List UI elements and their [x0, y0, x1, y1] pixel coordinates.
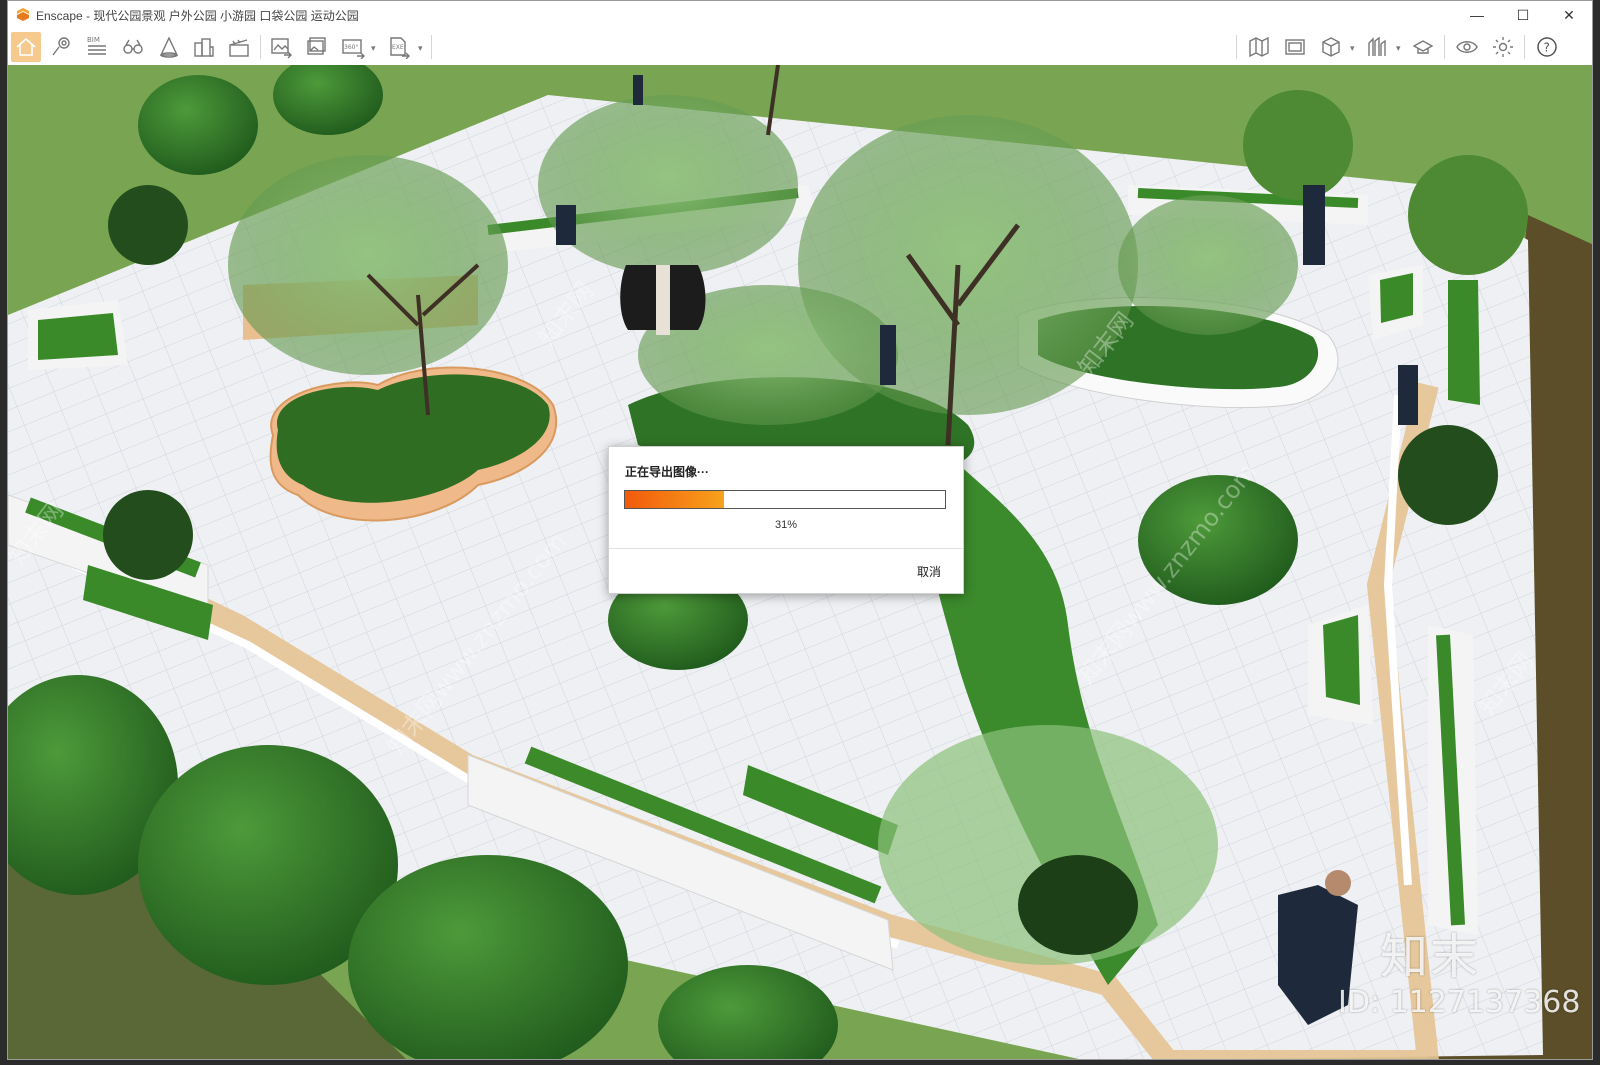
help-icon: ?: [1537, 37, 1557, 57]
help-label: ?: [1544, 41, 1550, 55]
gear-icon: [1493, 37, 1513, 57]
home-button[interactable]: [11, 32, 41, 62]
clapper-icon: [229, 39, 249, 57]
render-viewport[interactable]: 知末网 知末网 知末网www.znzmo.com 知末网www.znzmo.co…: [8, 65, 1592, 1059]
export-360-icon: 360°: [342, 39, 365, 59]
panorama-icon: [1285, 39, 1305, 55]
watermark-id: ID: 1127137368: [1338, 985, 1581, 1020]
watermark-logo: 知末: [1380, 929, 1481, 985]
window-controls: — ☐ ✕: [1454, 1, 1592, 29]
title-bar[interactable]: Enscape - 现代公园景观 户外公园 小游园 口袋公园 运动公园 — ☐ …: [8, 1, 1592, 29]
label-360: 360°: [344, 44, 358, 51]
progress-bar-fill: [625, 491, 725, 508]
bim-icon: BIM: [87, 36, 106, 55]
bim-label: BIM: [87, 36, 100, 44]
binoculars-icon: [123, 39, 143, 54]
chevron-down-icon[interactable]: ▾: [1350, 43, 1355, 54]
export-exe-icon: EXE: [390, 37, 410, 59]
app-window: Enscape - 现代公园景观 户外公园 小游园 口袋公园 运动公园 — ☐ …: [7, 0, 1593, 1060]
asset-library-button[interactable]: [1362, 32, 1392, 62]
cancel-button[interactable]: 取消: [917, 563, 941, 580]
toolbar-separator: [260, 35, 261, 59]
toolbar-separator: [1444, 35, 1445, 59]
map-button[interactable]: [1244, 32, 1274, 62]
visibility-button[interactable]: [1452, 32, 1482, 62]
pin-icon: [52, 37, 70, 56]
enscape-logo-icon: [17, 8, 29, 21]
dialog-divider: [609, 548, 963, 549]
export-image-icon: [271, 38, 292, 59]
buildings-button[interactable]: [189, 32, 219, 62]
window-title: Enscape - 现代公园景观 户外公园 小游园 口袋公园 运动公园: [36, 8, 359, 23]
chevron-down-icon[interactable]: ▾: [418, 43, 423, 54]
close-button[interactable]: ✕: [1546, 1, 1592, 29]
hat-icon: [1412, 40, 1434, 54]
progress-percent: 31%: [774, 519, 798, 531]
toolbar: BIM 360° ▾ EXE ▾ ▾ ▾ ?: [8, 29, 1592, 87]
export-360-button[interactable]: 360°: [338, 32, 368, 62]
hat-button[interactable]: [1408, 32, 1438, 62]
export-exe-button[interactable]: EXE: [384, 32, 414, 62]
label-exe: EXE: [392, 44, 404, 51]
buildings-icon: [194, 38, 214, 57]
map-icon: [1249, 36, 1269, 58]
binoculars-button[interactable]: [118, 32, 148, 62]
clapper-button[interactable]: [224, 32, 254, 62]
home-icon: [16, 37, 36, 56]
export-image-button[interactable]: [266, 32, 296, 62]
chevron-down-icon[interactable]: ▾: [371, 43, 376, 54]
toolbar-separator: [1236, 35, 1237, 59]
settings-button[interactable]: [1488, 32, 1518, 62]
chevron-down-icon[interactable]: ▾: [1396, 43, 1401, 54]
pin-button[interactable]: [46, 32, 76, 62]
bim-button[interactable]: BIM: [82, 32, 112, 62]
cube-button[interactable]: [1316, 32, 1346, 62]
asset-library-icon: [1368, 36, 1386, 56]
export-batch-icon: [307, 37, 326, 55]
help-button[interactable]: ?: [1532, 32, 1562, 62]
maximize-button[interactable]: ☐: [1500, 1, 1546, 29]
panorama-button[interactable]: [1280, 32, 1310, 62]
cube-icon: [1322, 37, 1340, 57]
toolbar-separator: [1524, 35, 1525, 59]
export-progress-dialog: 正在导出图像··· 31% 取消: [608, 446, 964, 594]
cone-icon: [159, 36, 179, 58]
progress-bar: [624, 490, 946, 509]
export-batch-button[interactable]: [302, 32, 332, 62]
toolbar-separator: [431, 35, 432, 59]
minimize-button[interactable]: —: [1454, 1, 1500, 29]
dialog-title: 正在导出图像···: [625, 465, 709, 479]
eye-icon: [1456, 41, 1478, 53]
cone-button[interactable]: [154, 32, 184, 62]
